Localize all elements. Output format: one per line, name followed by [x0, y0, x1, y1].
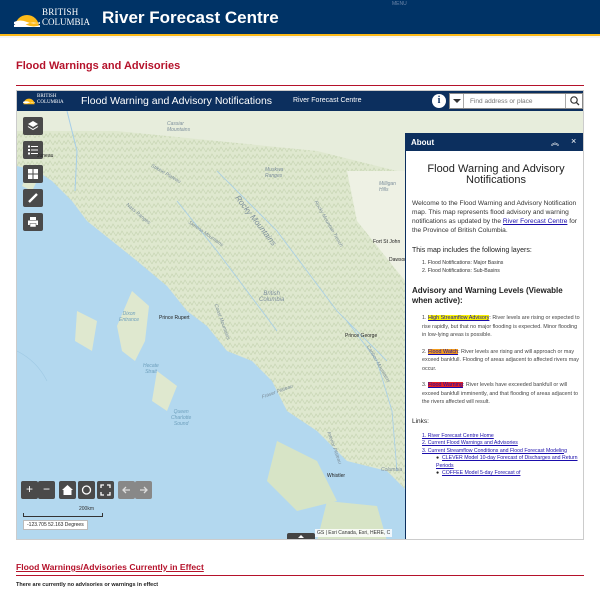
place-label: Queen Charlotte Sound — [171, 409, 192, 427]
map-attribution: GS | Esri Canada, Esri, HERE, C — [315, 529, 393, 537]
info-button[interactable]: i — [432, 94, 446, 108]
place-label: Dixon Entrance — [119, 311, 140, 323]
place-label: Prince George — [345, 333, 378, 339]
place-label: Hecate Strait — [143, 363, 159, 375]
logo-text-line1: BRITISH — [42, 7, 79, 17]
locate-icon — [81, 485, 92, 495]
link-clever-model[interactable]: CLEVER Model 10-day Forecast of Discharg… — [436, 455, 580, 470]
level-item: 2. Flood Watch: River levels are rising … — [422, 348, 580, 374]
bc-logo[interactable]: BRITISH COLUMBIA — [14, 4, 94, 32]
about-panel: About ︽ × Flood Warning and Advisory Not… — [405, 133, 583, 539]
about-panel-body: Flood Warning and Advisory Notifications… — [412, 154, 580, 478]
map-logo-line2: COLUMBIA — [37, 100, 64, 105]
close-icon[interactable]: × — [571, 136, 576, 146]
map-subtitle[interactable]: River Forecast Centre — [293, 97, 361, 104]
arrow-right-icon — [140, 486, 148, 494]
basemap-gallery-button[interactable] — [23, 165, 43, 183]
place-label: Milligan Hills — [379, 181, 396, 193]
grid-icon — [28, 169, 38, 179]
level-item: 1. High Streamflow Advisory: River level… — [422, 314, 580, 340]
place-label: British Columbia — [259, 291, 285, 303]
level-num: 2. — [422, 348, 427, 355]
place-label: Whistler — [327, 473, 346, 479]
site-header: BRITISH COLUMBIA River Forecast Centre M… — [0, 0, 600, 36]
scale-label: 200km — [79, 506, 95, 512]
level-item: 3. Flood Warning: River levels have exce… — [422, 381, 580, 407]
high-streamflow-link[interactable]: High Streamflow Advisory — [428, 315, 490, 321]
page-content: Flood Warnings and Advisories BRITISH CO… — [0, 38, 600, 598]
map-logo-line1: BRITISH — [37, 94, 57, 99]
bc-sun-icon — [23, 98, 35, 105]
bc-sun-icon — [14, 15, 40, 27]
no-advisories-message: There are currently no advisories or war… — [16, 582, 159, 588]
place-label: Muskwa Ranges — [265, 167, 284, 179]
map-title: Flood Warning and Advisory Notifications — [81, 95, 273, 107]
page-title: Flood Warnings and Advisories — [16, 60, 181, 72]
about-title: Flood Warning and Advisory Notifications — [427, 163, 565, 186]
links-heading: Links: — [412, 417, 429, 425]
previous-extent-button[interactable] — [118, 481, 135, 499]
search-input[interactable] — [466, 94, 564, 108]
search-source-dropdown[interactable] — [450, 94, 464, 108]
site-title[interactable]: River Forecast Centre — [102, 8, 279, 28]
home-button[interactable] — [59, 481, 76, 499]
map-app: BRITISH COLUMBIA Flood Warning and Advis… — [16, 90, 584, 540]
home-icon — [62, 485, 73, 495]
layers-list: 1. Flood Notifications: Major Basins 2. … — [422, 259, 580, 275]
logo-text-line2: COLUMBIA — [42, 17, 91, 27]
zoom-out-button[interactable]: − — [38, 481, 55, 499]
about-panel-header: About ︽ × — [406, 134, 583, 151]
print-icon — [28, 217, 38, 228]
menu-label[interactable]: MENU — [392, 1, 407, 7]
measure-button[interactable] — [23, 189, 43, 207]
map-view[interactable]: Cassiar Mountains Juneau Muskwa Ranges S… — [17, 111, 583, 539]
coordinate-readout: -123.705 52.163 Degrees — [23, 520, 88, 530]
layers-button[interactable] — [23, 117, 43, 135]
about-intro: Welcome to the Flood Warning and Advisor… — [412, 199, 580, 235]
link-streamflow[interactable]: 3. Current Streamflow Conditions and Flo… — [422, 448, 580, 456]
flood-watch-link[interactable]: Flood Watch — [428, 348, 459, 355]
layers-icon — [27, 121, 39, 131]
level-num: 1. — [422, 315, 427, 321]
layer-label: Flood Notifications: Major Basins — [427, 260, 504, 266]
arrow-left-icon — [122, 486, 130, 494]
links-list: 1. River Forecast Centre Home 2. Current… — [422, 433, 580, 478]
zoom-in-button[interactable]: + — [21, 481, 38, 499]
current-warnings-heading[interactable]: Flood Warnings/Advisories Currently in E… — [16, 562, 204, 572]
place-label: Fort St John — [373, 239, 401, 245]
map-bc-logo: BRITISH COLUMBIA — [23, 94, 77, 108]
print-button[interactable] — [23, 213, 43, 231]
search-button[interactable] — [565, 94, 583, 108]
expand-tab[interactable] — [287, 533, 315, 539]
map-header: BRITISH COLUMBIA Flood Warning and Advis… — [17, 91, 583, 111]
next-extent-button[interactable] — [135, 481, 152, 499]
layer-item: 1. Flood Notifications: Major Basins — [422, 260, 504, 266]
heading-divider — [16, 85, 584, 86]
place-label: Juneau — [37, 153, 54, 159]
place-label: Prince Rupert — [159, 315, 190, 321]
scale-bar — [23, 513, 103, 517]
ruler-icon — [28, 193, 38, 203]
sublinks: CLEVER Model 10-day Forecast of Discharg… — [436, 455, 580, 478]
fullscreen-button[interactable] — [97, 481, 114, 499]
flood-warning-link[interactable]: Flood Warning — [428, 382, 463, 388]
layers-heading: This map includes the following layers: — [412, 247, 532, 254]
fullscreen-icon — [100, 484, 111, 496]
link-current-warnings[interactable]: 2. Current Flood Warnings and Advisories — [422, 440, 580, 448]
layer-item: 2. Flood Notifications: Sub-Basins — [422, 268, 500, 274]
search-box — [449, 93, 583, 109]
levels-heading: Advisory and Warning Levels (Viewable wh… — [412, 286, 563, 305]
rfc-link[interactable]: River Forecast Centre — [503, 218, 568, 225]
link-coffee-model[interactable]: COFFEE Model 5-day Forecast of — [436, 470, 580, 478]
level-num: 3. — [422, 382, 427, 388]
collapse-icon[interactable]: ︽ — [551, 137, 559, 148]
link-rfc-home[interactable]: 1. River Forecast Centre Home — [422, 433, 580, 441]
locate-button[interactable] — [78, 481, 95, 499]
about-panel-title: About — [411, 138, 435, 147]
place-label: Columbia — [381, 467, 403, 473]
place-label: Cassiar Mountains — [167, 121, 191, 133]
section-divider — [16, 575, 584, 576]
layer-label: Flood Notifications: Sub-Basins — [427, 268, 500, 274]
search-icon — [570, 96, 580, 106]
